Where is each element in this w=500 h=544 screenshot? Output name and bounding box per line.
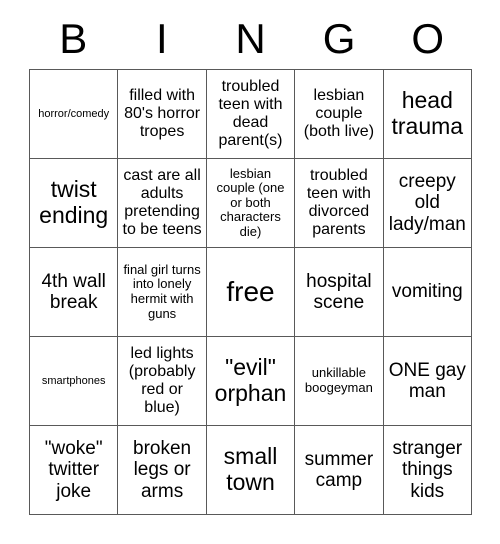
bingo-cell-label: horror/comedy xyxy=(38,107,110,120)
bingo-cell-label: lesbian couple (one or both characters d… xyxy=(216,165,285,239)
bingo-cell-label: troubled teen with dead parent(s) xyxy=(218,78,283,149)
bingo-cell-label: head trauma xyxy=(391,87,464,139)
bingo-cell-label: twist ending xyxy=(39,176,109,228)
bingo-cell-label: unkillable boogeyman xyxy=(304,365,373,395)
bingo-cell[interactable]: lesbian couple (one or both characters d… xyxy=(206,159,296,248)
bingo-header-letter-g: G xyxy=(322,15,356,62)
bingo-cell-label: smartphones xyxy=(41,374,106,387)
bingo-cell[interactable]: broken legs or arms xyxy=(118,426,207,515)
bingo-card: B I N G O horror/comedy filled with 80's … xyxy=(0,0,500,544)
bingo-header: B I N G O xyxy=(29,14,472,64)
bingo-cell[interactable]: creepy old lady/man xyxy=(383,159,472,248)
bingo-cell[interactable]: ONE gay man xyxy=(383,337,472,426)
bingo-cell[interactable]: led lights (probably red or blue) xyxy=(118,337,207,426)
bingo-cell[interactable]: "evil" orphan xyxy=(206,337,296,426)
bingo-cell[interactable]: smartphones xyxy=(30,337,119,426)
bingo-cell-label: stranger things kids xyxy=(392,438,463,502)
bingo-cell[interactable]: final girl turns into lonely hermit with… xyxy=(118,248,207,337)
bingo-cell[interactable]: lesbian couple (both live) xyxy=(295,70,384,159)
bingo-cell-label: hospital scene xyxy=(306,270,372,313)
bingo-cell-label: led lights (probably red or blue) xyxy=(128,345,196,416)
bingo-cell-label: free xyxy=(226,276,275,308)
bingo-cell[interactable]: unkillable boogeyman xyxy=(295,337,384,426)
bingo-cell[interactable]: 4th wall break xyxy=(30,248,119,337)
bingo-cell-label: filled with 80's horror tropes xyxy=(124,87,201,140)
bingo-header-letter-o: O xyxy=(411,15,444,62)
bingo-cell-label: broken legs or arms xyxy=(133,438,192,502)
bingo-cell-label: troubled teen with divorced parents xyxy=(306,167,371,238)
bingo-header-letter-n: N xyxy=(235,15,266,62)
bingo-cell[interactable]: filled with 80's horror tropes xyxy=(118,70,207,159)
bingo-cell-label: ONE gay man xyxy=(388,359,466,402)
bingo-cell[interactable]: stranger things kids xyxy=(383,426,472,515)
bingo-cell-label: vomiting xyxy=(391,281,463,303)
bingo-cell[interactable]: "woke" twitter joke xyxy=(30,426,119,515)
bingo-cell[interactable]: horror/comedy xyxy=(30,70,119,159)
bingo-grid: horror/comedy filled with 80's horror tro… xyxy=(29,69,472,515)
bingo-cell-label: summer camp xyxy=(304,448,374,491)
bingo-cell-free[interactable]: free xyxy=(206,248,296,337)
bingo-cell-label: creepy old lady/man xyxy=(388,171,466,235)
bingo-cell-label: "woke" twitter joke xyxy=(44,438,103,502)
bingo-cell-label: small town xyxy=(223,443,278,495)
bingo-cell-label: "evil" orphan xyxy=(214,354,287,406)
bingo-cell[interactable]: twist ending xyxy=(30,159,119,248)
bingo-cell[interactable]: cast are all adults pretending to be tee… xyxy=(118,159,207,248)
bingo-cell[interactable]: summer camp xyxy=(295,426,384,515)
bingo-header-letter-b: B xyxy=(59,15,88,62)
bingo-header-letter-i: I xyxy=(156,15,168,62)
bingo-cell-label: 4th wall break xyxy=(41,270,106,313)
bingo-cell[interactable]: head trauma xyxy=(383,70,472,159)
bingo-cell[interactable]: small town xyxy=(206,426,296,515)
bingo-cell[interactable]: vomiting xyxy=(383,248,472,337)
bingo-cell-label: lesbian couple (both live) xyxy=(303,87,375,140)
bingo-cell-label: cast are all adults pretending to be tee… xyxy=(122,167,202,238)
bingo-cell-label: final girl turns into lonely hermit with… xyxy=(123,261,201,321)
bingo-cell[interactable]: troubled teen with divorced parents xyxy=(295,159,384,248)
bingo-cell[interactable]: hospital scene xyxy=(295,248,384,337)
bingo-cell[interactable]: troubled teen with dead parent(s) xyxy=(206,70,296,159)
